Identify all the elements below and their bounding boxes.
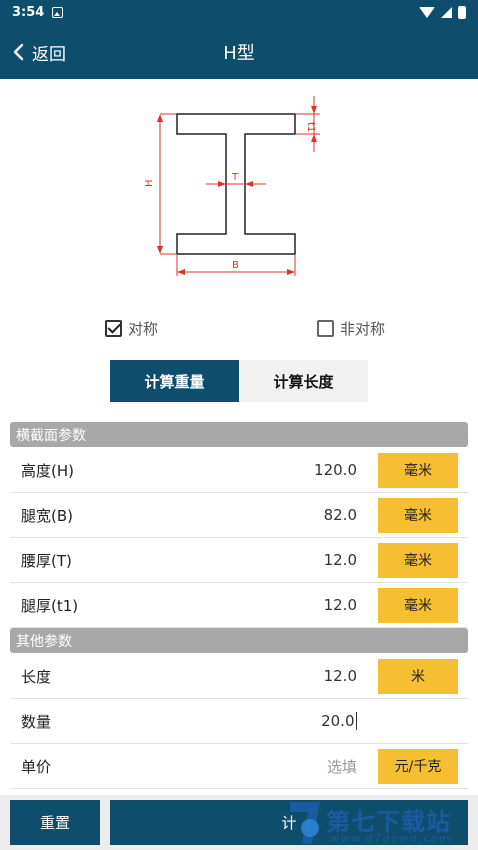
param-row-flange-thickness: 腿厚(t1) 12.0 毫米 bbox=[10, 583, 468, 628]
app-bar: 返回 H型 bbox=[0, 25, 478, 79]
param-row-web-thickness: 腰厚(T) 12.0 毫米 bbox=[10, 538, 468, 583]
tab-calc-weight[interactable]: 计算重量 bbox=[110, 360, 239, 402]
asymmetric-label: 非对称 bbox=[340, 320, 386, 338]
height-dimension-label: H bbox=[144, 179, 155, 187]
asymmetric-checkbox[interactable]: 非对称 bbox=[317, 318, 385, 339]
height-input[interactable]: 120.0 bbox=[314, 461, 357, 479]
flange-dimension-label: t1 bbox=[305, 122, 316, 132]
battery-icon bbox=[458, 6, 466, 19]
param-row-length: 长度 12.0 米 bbox=[10, 654, 468, 699]
chevron-left-icon bbox=[13, 43, 24, 61]
param-row-unit-price: 单价 选填 元/千克 bbox=[10, 744, 468, 789]
back-button[interactable]: 返回 bbox=[12, 25, 66, 79]
watermark: 第七下载站 www.d7down.com bbox=[282, 796, 478, 850]
param-label: 高度(H) bbox=[21, 461, 74, 480]
checkbox-unchecked-icon bbox=[317, 320, 334, 337]
param-label: 单价 bbox=[21, 757, 52, 776]
web-thickness-input[interactable]: 12.0 bbox=[324, 551, 357, 569]
other-params-header: 其他参数 bbox=[10, 628, 468, 653]
unit-button[interactable]: 米 bbox=[378, 658, 458, 694]
symmetric-checkbox[interactable]: 对称 bbox=[105, 318, 158, 339]
watermark-logo-icon bbox=[290, 802, 320, 844]
cross-section-header: 横截面参数 bbox=[10, 422, 468, 447]
param-label: 腿厚(t1) bbox=[21, 596, 79, 615]
back-label: 返回 bbox=[32, 44, 66, 65]
param-label: 腰厚(T) bbox=[21, 551, 72, 570]
quantity-input[interactable]: 20.0 bbox=[321, 712, 357, 731]
unit-button[interactable]: 毫米 bbox=[378, 497, 458, 533]
status-bar: 3:54 bbox=[0, 0, 478, 25]
page-title: H型 bbox=[223, 43, 255, 64]
text-cursor bbox=[355, 712, 357, 731]
wifi-icon bbox=[419, 7, 435, 18]
unit-price-input[interactable]: 选填 bbox=[327, 756, 357, 777]
symmetric-label: 对称 bbox=[128, 320, 159, 338]
param-label: 腿宽(B) bbox=[21, 506, 73, 525]
symmetry-options: 对称 非对称 bbox=[0, 318, 478, 340]
watermark-url: www.d7down.com bbox=[330, 832, 452, 845]
web-dimension-label: T bbox=[231, 172, 239, 183]
length-input[interactable]: 12.0 bbox=[324, 667, 357, 685]
status-icons bbox=[419, 6, 466, 19]
param-row-height: 高度(H) 120.0 毫米 bbox=[10, 448, 468, 493]
unit-button[interactable]: 元/千克 bbox=[378, 748, 458, 784]
param-row-quantity: 数量 20.0 bbox=[10, 699, 468, 744]
image-notification-icon bbox=[52, 7, 64, 18]
tab-calc-length[interactable]: 计算长度 bbox=[239, 360, 368, 402]
calc-mode-tabs: 计算重量 计算长度 bbox=[110, 360, 368, 402]
reset-button[interactable]: 重置 bbox=[10, 800, 100, 845]
unit-button[interactable]: 毫米 bbox=[378, 587, 458, 623]
checkbox-checked-icon bbox=[105, 320, 122, 337]
param-row-width: 腿宽(B) 82.0 毫米 bbox=[10, 493, 468, 538]
signal-icon bbox=[441, 7, 452, 18]
param-label: 数量 bbox=[21, 712, 52, 731]
quantity-value: 20.0 bbox=[321, 711, 355, 730]
param-label: 长度 bbox=[21, 667, 52, 686]
width-dimension-label: B bbox=[232, 260, 239, 271]
unit-button[interactable]: 毫米 bbox=[378, 542, 458, 578]
h-beam-diagram: H B T t1 bbox=[144, 96, 320, 276]
width-input[interactable]: 82.0 bbox=[324, 506, 357, 524]
status-time: 3:54 bbox=[12, 5, 45, 20]
unit-button[interactable]: 毫米 bbox=[378, 452, 458, 488]
flange-thickness-input[interactable]: 12.0 bbox=[324, 596, 357, 614]
